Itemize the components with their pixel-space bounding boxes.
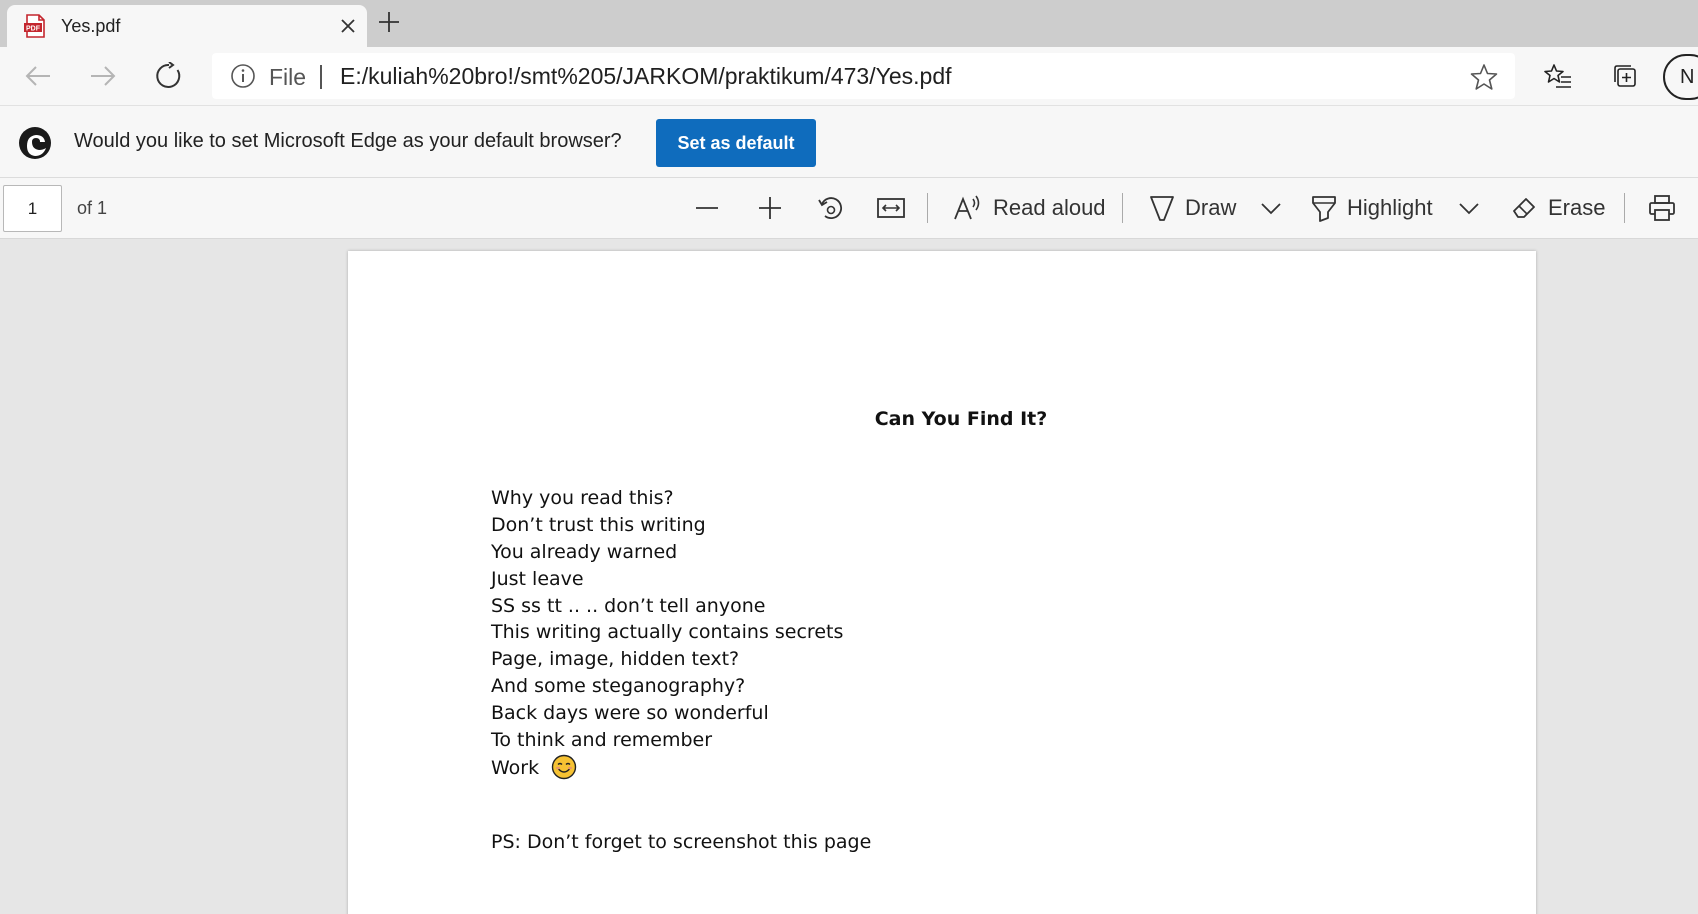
fit-to-width-button[interactable]	[876, 188, 906, 228]
document-line: Just leave	[491, 567, 584, 590]
pdf-favicon-text: PDF	[26, 26, 41, 33]
draw-pen-icon	[1150, 196, 1174, 221]
document-line-text: Work	[491, 756, 540, 779]
pdf-viewer[interactable]: Can You Find It? Why you read this? Don’…	[0, 239, 1698, 914]
highlight-button[interactable]: Highlight	[1311, 188, 1433, 228]
star-favorite-icon[interactable]	[1470, 63, 1498, 91]
print-button[interactable]	[1648, 188, 1676, 228]
eraser-icon	[1513, 198, 1535, 218]
zoom-in-button[interactable]	[756, 188, 784, 228]
document-line: Back days were so wonderful	[491, 702, 769, 725]
default-browser-infobar: Would you like to set Microsoft Edge as …	[0, 105, 1698, 178]
refresh-button[interactable]	[148, 55, 190, 97]
document-line: This writing actually contains secrets	[491, 621, 844, 644]
document-line-work: Work	[491, 754, 843, 781]
document-line: Why you read this?	[491, 487, 674, 509]
tab-strip: PDF Yes.pdf	[0, 0, 1698, 47]
toolbar-separator	[927, 193, 928, 223]
read-aloud-button[interactable]: Read aloud	[953, 188, 1106, 228]
highlighter-icon	[1312, 196, 1336, 222]
tab-yes-pdf[interactable]: PDF Yes.pdf	[7, 5, 367, 47]
address-scheme-label: File	[269, 64, 307, 90]
draw-options-dropdown[interactable]	[1260, 188, 1282, 228]
tab-title: Yes.pdf	[61, 16, 121, 36]
document-line: And some steganography?	[491, 675, 746, 698]
draw-button[interactable]: Draw	[1149, 188, 1236, 228]
document-title: Can You Find It?	[874, 408, 1048, 430]
set-as-default-button[interactable]: Set as default	[656, 119, 816, 167]
forward-button[interactable]	[82, 55, 124, 97]
page-number-input[interactable]	[3, 185, 62, 232]
back-arrow-icon	[25, 66, 50, 86]
chevron-down-icon	[1261, 203, 1281, 215]
plus-icon	[379, 12, 399, 32]
minus-icon	[696, 207, 718, 209]
back-button[interactable]	[17, 55, 59, 97]
refresh-icon	[156, 62, 181, 88]
rotate-button[interactable]	[816, 188, 846, 228]
edge-logo-icon	[19, 127, 51, 159]
zoom-out-button[interactable]	[693, 188, 721, 228]
toolbar-separator	[1624, 193, 1625, 223]
document-line: To think and remember	[491, 729, 713, 752]
pdf-file-icon: PDF	[24, 14, 45, 38]
document-line: You already warned	[491, 540, 678, 563]
close-tab-button[interactable]	[333, 11, 363, 41]
document-body: Why you read this? Don’t trust this writ…	[491, 485, 843, 781]
pdf-page: Can You Find It? Why you read this? Don’…	[348, 251, 1536, 914]
page-total-label: of 1	[77, 198, 108, 218]
address-separator	[320, 65, 322, 89]
draw-label: Draw	[1185, 195, 1237, 220]
infobar-message: Would you like to set Microsoft Edge as …	[74, 130, 622, 152]
collections-icon	[1614, 65, 1636, 87]
document-line: Page, image, hidden text?	[491, 648, 740, 671]
erase-button[interactable]: Erase	[1510, 188, 1605, 228]
erase-label: Erase	[1548, 195, 1606, 220]
printer-icon	[1649, 195, 1675, 221]
highlight-options-dropdown[interactable]	[1458, 188, 1480, 228]
favorites-button[interactable]	[1537, 55, 1579, 97]
forward-arrow-icon	[91, 66, 116, 86]
address-bar[interactable]: File E:/kuliah%20bro!/smt%205/JARKOM/pra…	[212, 53, 1515, 99]
navigation-bar: File E:/kuliah%20bro!/smt%205/JARKOM/pra…	[0, 47, 1698, 105]
info-icon[interactable]	[230, 63, 256, 89]
fit-width-icon	[877, 198, 905, 218]
rotate-icon	[818, 197, 842, 219]
document-postscript: PS: Don’t forget to screenshot this page	[491, 831, 872, 853]
toolbar-separator	[1122, 193, 1123, 223]
new-tab-button[interactable]	[373, 6, 405, 38]
highlight-label: Highlight	[1347, 195, 1433, 220]
plus-icon	[759, 197, 781, 219]
collections-button[interactable]	[1604, 55, 1646, 97]
profile-button[interactable]: N	[1663, 54, 1698, 100]
read-aloud-icon	[954, 195, 980, 220]
pdf-toolbar: of 1 Read aloud Draw	[0, 178, 1698, 239]
document-line: Don’t trust this writing	[491, 513, 706, 536]
chevron-down-icon	[1459, 203, 1479, 215]
smiling-face-emoji-icon	[551, 754, 577, 780]
close-icon	[341, 19, 355, 33]
document-line: SS ss tt .. .. don’t tell anyone	[491, 594, 766, 617]
read-aloud-label: Read aloud	[993, 195, 1106, 220]
address-url[interactable]: E:/kuliah%20bro!/smt%205/JARKOM/praktiku…	[340, 63, 952, 90]
favorites-list-icon	[1544, 64, 1571, 88]
